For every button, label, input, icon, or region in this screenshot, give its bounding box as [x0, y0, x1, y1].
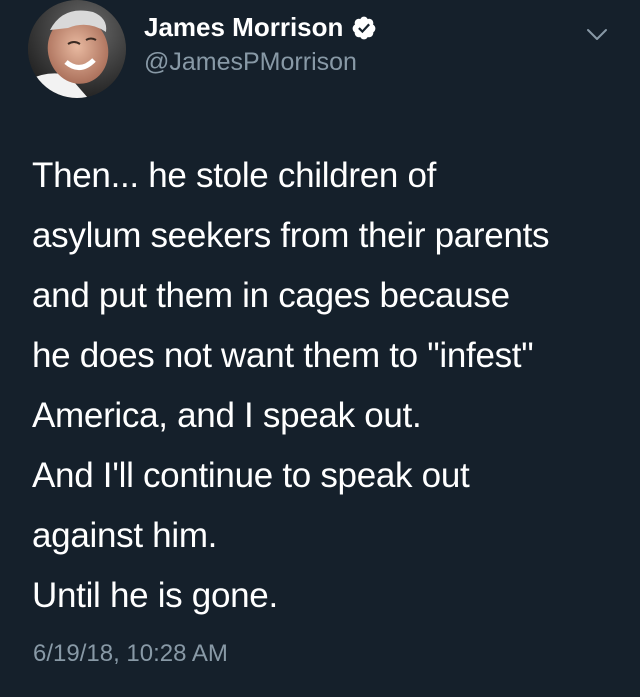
tweet-text-line: And I'll continue to speak out: [32, 456, 470, 495]
verified-badge-icon: [353, 16, 376, 39]
tweet-text-line: America, and I speak out.: [32, 396, 422, 435]
chevron-down-icon[interactable]: [584, 22, 610, 48]
tweet-text-line: Until he is gone.: [32, 576, 278, 615]
author-name[interactable]: James Morrison: [144, 12, 343, 43]
tweet-card: James Morrison @JamesPMorrison Then... h…: [0, 0, 640, 697]
avatar[interactable]: [28, 0, 126, 98]
tweet-text-line: Then... he stole children of: [32, 156, 437, 195]
author-handle[interactable]: @JamesPMorrison: [144, 48, 357, 77]
author-name-row[interactable]: James Morrison: [144, 12, 377, 43]
tweet-text-line: he does not want them to "infest": [32, 336, 534, 375]
tweet-text-line: against him.: [32, 516, 218, 555]
tweet-text-line: asylum seekers from their parents: [32, 216, 550, 255]
tweet-text-line: and put them in cages because: [32, 276, 510, 315]
tweet-text: Then... he stole children of asylum seek…: [32, 146, 628, 626]
timestamp[interactable]: 6/19/18, 10:28 AM: [33, 640, 228, 668]
avatar-photo-icon: [28, 0, 126, 98]
